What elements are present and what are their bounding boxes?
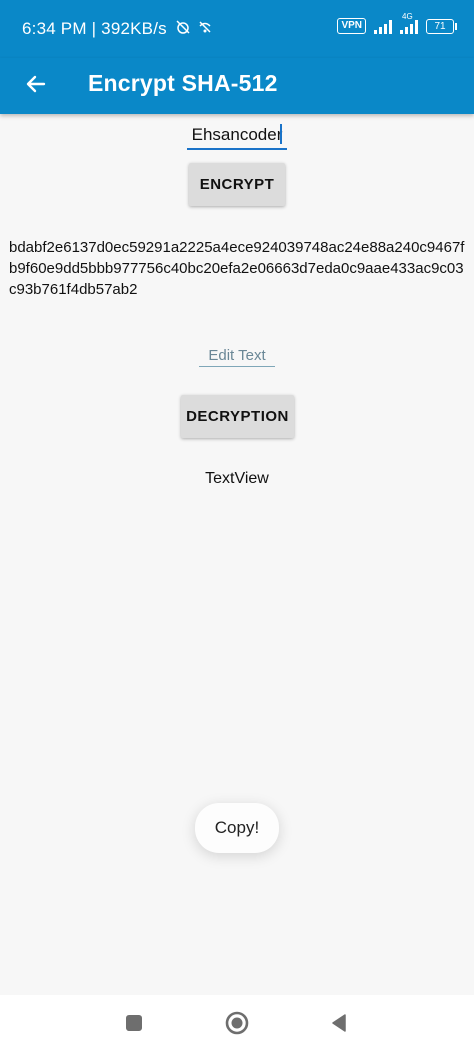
battery-level: 71 xyxy=(434,20,446,32)
wifi-off-icon xyxy=(198,21,212,38)
nav-bar xyxy=(0,995,474,1053)
plaintext-input[interactable] xyxy=(187,122,287,150)
alarm-off-icon xyxy=(176,20,194,38)
signal-4g-icon: 4G xyxy=(400,12,418,34)
nav-back-button[interactable] xyxy=(322,1008,356,1042)
app-bar: Encrypt SHA-512 xyxy=(0,58,474,114)
home-icon xyxy=(224,1010,250,1041)
hash-output[interactable]: bdabf2e6137d0ec59291a2225a4ece924039748a… xyxy=(9,237,469,300)
battery-icon: 71 xyxy=(426,18,457,34)
decryption-button[interactable]: DECRYPTION xyxy=(181,395,294,438)
text-cursor xyxy=(280,124,282,144)
status-time-speed: 6:34 PM | 392KB/s xyxy=(22,19,167,38)
toast-message: Copy! xyxy=(195,803,279,853)
status-time: 6:34 PM | 392KB/s xyxy=(22,19,212,39)
status-bar: 6:34 PM | 392KB/s VPN 4G 71 xyxy=(0,0,474,58)
recents-button[interactable] xyxy=(117,1008,151,1042)
signal-icon xyxy=(374,18,392,34)
arrow-back-icon xyxy=(24,72,48,101)
home-button[interactable] xyxy=(220,1008,254,1042)
back-button[interactable] xyxy=(16,66,56,106)
encrypt-button[interactable]: ENCRYPT xyxy=(189,163,285,206)
decrypt-input[interactable] xyxy=(199,344,275,367)
vpn-badge: VPN xyxy=(337,18,366,34)
page-title: Encrypt SHA-512 xyxy=(88,70,278,96)
network-type: 4G xyxy=(402,12,413,21)
result-textview: TextView xyxy=(205,470,269,487)
recents-icon xyxy=(125,1014,143,1037)
back-triangle-icon xyxy=(329,1013,349,1038)
